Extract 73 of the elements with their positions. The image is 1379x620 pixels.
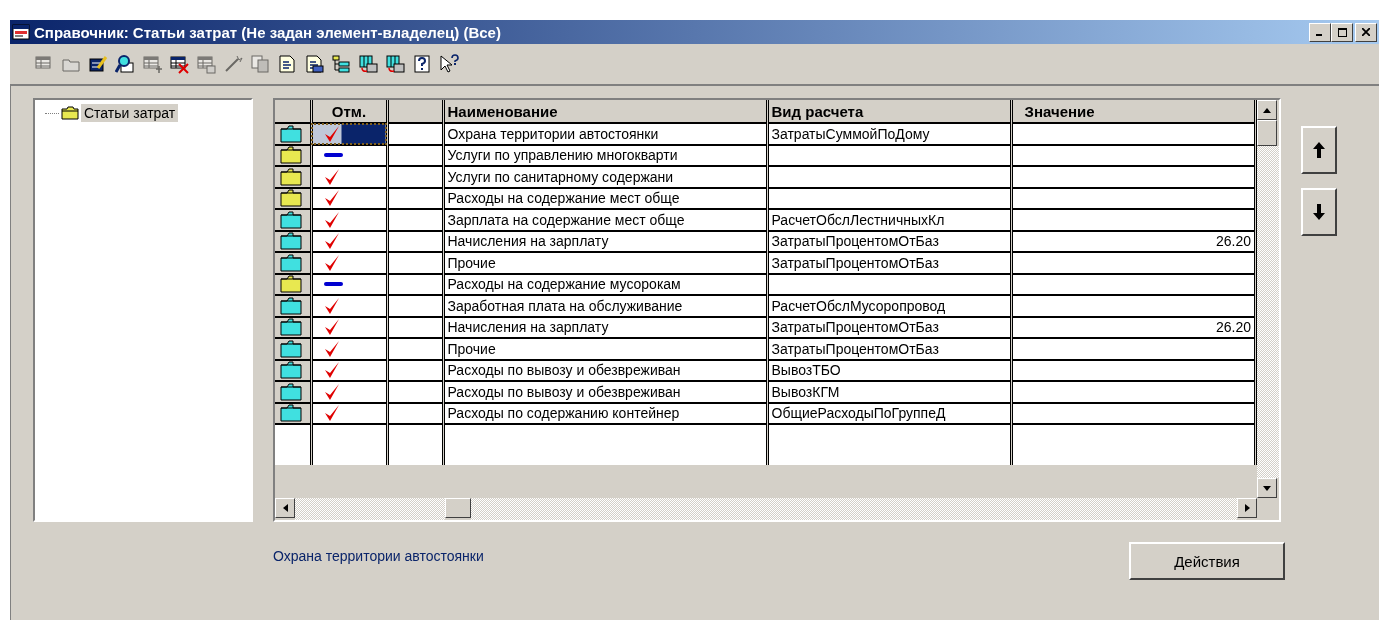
table-cell: Расходы на содержание мусорокам xyxy=(447,276,681,293)
down-arrow-icon xyxy=(1313,204,1325,220)
column-header[interactable]: Значение xyxy=(1011,100,1256,123)
table-cell: ОбщиеРасходыПоГруппеД xyxy=(771,405,946,422)
table-cell: Зарплата на содержание мест обще xyxy=(447,211,685,228)
table-cell: Расходы по содержанию контейнер xyxy=(447,405,680,422)
table-transfer-icon[interactable] xyxy=(383,52,407,76)
right-arrow-icon xyxy=(1244,504,1250,512)
vertical-scrollbar[interactable] xyxy=(1257,100,1279,498)
mark-cell[interactable] xyxy=(311,295,387,317)
table-cell: ЗатратыПроцентомОтБаз xyxy=(771,233,939,250)
table-cell: РасчетОбслМусоропровод xyxy=(771,297,946,314)
table-cell: Начисления на зарплату xyxy=(447,233,609,250)
table-cell: Расходы по вывозу и обезвреживан xyxy=(447,383,681,400)
down-arrow-icon xyxy=(1263,485,1271,491)
minimize-button[interactable] xyxy=(1309,22,1331,42)
table-cell: Прочие xyxy=(447,254,496,271)
scroll-thumb[interactable] xyxy=(445,498,471,518)
app-icon xyxy=(12,24,30,40)
up-arrow-icon xyxy=(1313,142,1325,158)
table-cell: Начисления на зарплату xyxy=(447,319,609,336)
mark-cell[interactable] xyxy=(311,316,387,338)
table-cell: Услуги по санитарному содержани xyxy=(447,168,674,185)
mark-cell[interactable] xyxy=(311,209,387,231)
status-text: Охрана территории автостоянки xyxy=(273,548,484,564)
mark-cell[interactable] xyxy=(311,402,387,424)
mark-cell[interactable] xyxy=(311,166,387,188)
table-cell: ЗатратыПроцентомОтБаз xyxy=(771,319,939,336)
table-cell: Расходы по вывозу и обезвреживан xyxy=(447,362,681,379)
mark-cell[interactable] xyxy=(311,338,387,360)
column-header[interactable] xyxy=(387,100,443,123)
maximize-button[interactable] xyxy=(1331,22,1353,42)
column-header[interactable] xyxy=(275,100,311,123)
table-move-icon[interactable] xyxy=(356,52,380,76)
table-cell: 26.20 xyxy=(1215,233,1251,250)
tree-item[interactable]: Статьи затрат xyxy=(81,104,179,122)
close-icon xyxy=(1362,28,1370,36)
left-arrow-icon xyxy=(282,504,288,512)
tree-icon[interactable] xyxy=(329,52,353,76)
table-cell: РасчетОбслЛестничныхКл xyxy=(771,211,945,228)
horizontal-scrollbar[interactable] xyxy=(275,498,1257,520)
scroll-thumb[interactable] xyxy=(1257,120,1277,146)
mark-cell[interactable] xyxy=(311,381,387,403)
table-cell: Расходы на содержание мест обще xyxy=(447,190,680,207)
actions-button[interactable]: Действия xyxy=(1129,542,1285,580)
mark-cell[interactable] xyxy=(311,359,387,381)
mark-cell[interactable] xyxy=(311,123,387,145)
table-cell: Заработная плата на обслуживание xyxy=(447,297,683,314)
table-cell: ВывозТБО xyxy=(771,362,841,379)
maximize-icon xyxy=(1337,27,1347,37)
column-header[interactable]: Вид расчета xyxy=(767,100,1011,123)
magnifier-icon[interactable] xyxy=(113,52,137,76)
table-cell: ВывозКГМ xyxy=(771,383,840,400)
close-button[interactable] xyxy=(1355,22,1377,42)
table-cell: ЗатратыСуммойПоДому xyxy=(771,125,930,142)
up-arrow-icon xyxy=(1263,107,1271,113)
table-cell: ЗатратыПроцентомОтБаз xyxy=(771,340,939,357)
mark-cell[interactable] xyxy=(311,273,387,295)
table-cell: Прочие xyxy=(447,340,496,357)
mark-cell[interactable] xyxy=(311,144,387,166)
table-cell: ЗатратыПроцентомОтБаз xyxy=(771,254,939,271)
table-cell: Услуги по управлению многокварти xyxy=(447,147,678,164)
mark-cell[interactable] xyxy=(311,187,387,209)
column-header[interactable]: Наименование xyxy=(443,100,767,123)
mark-cell[interactable] xyxy=(311,252,387,274)
move-down-button[interactable] xyxy=(1301,188,1337,236)
column-header[interactable]: Отм. xyxy=(311,100,387,123)
mark-cell[interactable] xyxy=(311,230,387,252)
folder-icon xyxy=(61,106,79,120)
table-cell: Охрана территории автостоянки xyxy=(447,125,659,142)
window-title: Справочник: Статьи затрат (Не задан элемент-владелец) (Все) xyxy=(34,23,502,41)
move-up-button[interactable] xyxy=(1301,126,1337,174)
table-cell: 26.20 xyxy=(1215,319,1251,336)
